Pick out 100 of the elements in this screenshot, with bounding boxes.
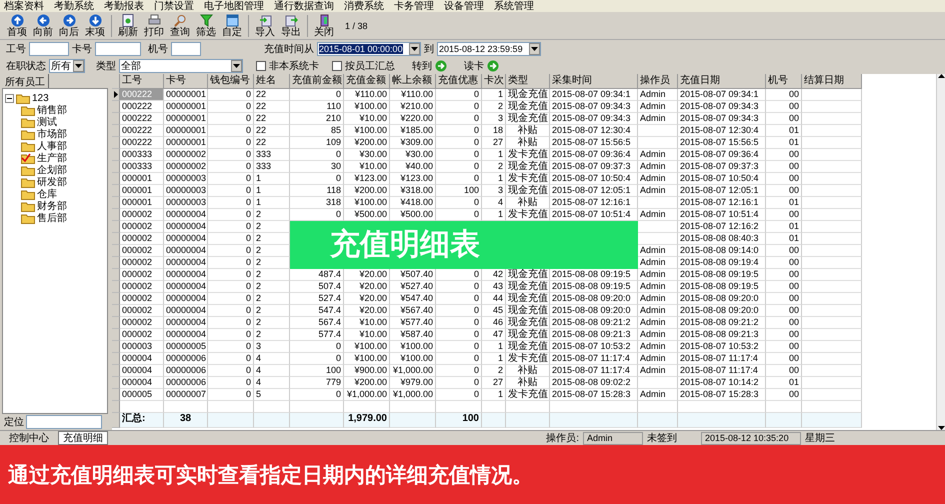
export-icon	[284, 14, 298, 26]
toolbar-button[interactable]: 向后	[56, 12, 82, 38]
tree-item[interactable]: 销售部	[37, 104, 67, 116]
table-cell: ¥979.00	[390, 377, 436, 389]
toolbar-button[interactable]: 向前	[30, 12, 56, 38]
table-cell: 2	[482, 161, 506, 173]
menu-item[interactable]: 设备管理	[444, 0, 484, 12]
action-label[interactable]: 转到	[412, 58, 432, 72]
checkbox[interactable]	[256, 60, 266, 70]
menu-item[interactable]: 通行数据查询	[274, 0, 334, 12]
dropdown-button[interactable]	[409, 42, 420, 54]
tree-item[interactable]: 研发部	[37, 176, 67, 188]
table-cell: 00	[766, 101, 802, 113]
collapse-icon[interactable]	[5, 94, 14, 102]
menu-item[interactable]: 考勤系统	[54, 0, 94, 12]
row-header[interactable]	[112, 89, 120, 101]
table-cell: 00	[766, 113, 802, 125]
table-cell: 2	[254, 281, 290, 293]
dropdown-button[interactable]	[231, 60, 242, 72]
column-header[interactable]: 充值金额	[344, 74, 390, 89]
toolbar-button[interactable]: 首项	[4, 12, 30, 38]
toolbar-button[interactable]: 自定	[219, 12, 245, 38]
menu-item[interactable]: 消费系统	[344, 0, 384, 12]
table-cell: 00000001	[164, 125, 208, 137]
table-cell: 2	[254, 293, 290, 305]
table-cell: 0	[436, 329, 482, 341]
table-cell: 118	[290, 185, 344, 197]
table-cell: 2015-08-07 10:50:4	[550, 173, 638, 185]
table-cell: 000002	[120, 281, 164, 293]
column-header[interactable]: 钱包编号	[208, 74, 254, 89]
scrollbar[interactable]	[936, 74, 945, 430]
toolbar-button[interactable]: 导入	[252, 12, 278, 38]
input-field[interactable]	[95, 42, 141, 56]
date-picker[interactable]: 2015-08-01 00:00:00	[317, 42, 421, 56]
toolbar-button[interactable]: 关闭	[311, 12, 337, 38]
table-cell: 2015-08-08 09:21:2	[678, 317, 766, 329]
column-header[interactable]: 姓名	[254, 74, 290, 89]
column-header[interactable]: 操作员	[638, 74, 678, 89]
column-header[interactable]: 充值日期	[678, 74, 766, 89]
toolbar-button[interactable]: 查询	[167, 12, 193, 38]
locate-field[interactable]	[26, 415, 102, 429]
bottom-tab[interactable]: 充值明细	[58, 431, 108, 445]
input-field[interactable]	[171, 42, 201, 56]
table-cell: 000001	[120, 173, 164, 185]
table-cell: 2015-08-08 09:21:3	[550, 329, 638, 341]
column-header[interactable]: 充值优惠	[436, 74, 482, 89]
dropdown-button[interactable]	[73, 60, 84, 72]
table-cell: 00000002	[164, 149, 208, 161]
table-cell: Admin	[638, 365, 678, 377]
column-header[interactable]: 卡号	[164, 74, 208, 89]
table-cell: 00000004	[164, 221, 208, 233]
checkbox[interactable]	[332, 60, 342, 70]
tree-item[interactable]: 财务部	[37, 200, 67, 212]
menu-item[interactable]: 电子地图管理	[204, 0, 264, 12]
table-cell: 00	[766, 185, 802, 197]
table-cell: 2015-08-07 11:17:4	[550, 353, 638, 365]
table-cell: 0	[436, 281, 482, 293]
column-header[interactable]: 采集时间	[550, 74, 638, 89]
toolbar-button[interactable]: 打印	[141, 12, 167, 38]
column-header[interactable]: 卡次	[482, 74, 506, 89]
go-icon	[487, 60, 499, 72]
empty-cell	[802, 113, 862, 125]
table-cell: ¥100.00	[344, 101, 390, 113]
table-cell: ¥200.00	[344, 137, 390, 149]
tree-item[interactable]: 市场部	[37, 128, 67, 140]
menu-item[interactable]: 档案资料	[4, 0, 44, 12]
menu-item[interactable]: 卡务管理	[394, 0, 434, 12]
toolbar-button[interactable]: 筛选	[193, 12, 219, 38]
tree-item[interactable]: 123	[32, 92, 49, 104]
column-header[interactable]: 结算日期	[802, 74, 862, 89]
menu-item[interactable]: 门禁设置	[154, 0, 194, 12]
tree-item[interactable]: 仓库	[37, 188, 57, 200]
table-cell: 00	[766, 317, 802, 329]
bottom-tab[interactable]: 控制中心	[4, 431, 54, 445]
tree-item[interactable]: 人事部	[37, 140, 67, 152]
toolbar-button[interactable]: 导出	[278, 12, 304, 38]
column-header[interactable]: 帐上余额	[390, 74, 436, 89]
dropdown-button[interactable]	[529, 42, 540, 54]
menu-item[interactable]: 系统管理	[494, 0, 534, 12]
toolbar-button[interactable]: 末项	[82, 12, 108, 38]
column-header[interactable]: 机号	[766, 74, 802, 89]
action-label[interactable]: 读卡	[464, 58, 484, 72]
tree-item[interactable]: 测试	[37, 116, 57, 128]
table-cell: 1	[482, 353, 506, 365]
table-cell: 000002	[120, 245, 164, 257]
menu-item[interactable]: 考勤报表	[104, 0, 144, 12]
date-picker[interactable]: 2015-08-12 23:59:59	[437, 42, 541, 56]
type-dropdown[interactable]: 全部	[119, 58, 243, 72]
input-field[interactable]	[29, 42, 69, 56]
tree-item[interactable]: 生产部	[37, 152, 67, 164]
tree-item[interactable]: 企划部	[37, 164, 67, 176]
tree-item[interactable]: 售后部	[37, 212, 67, 224]
table-cell: 2015-08-07 09:37:3	[550, 161, 638, 173]
toolbar-button[interactable]: 刷新	[115, 12, 141, 38]
table-cell: 000222	[120, 137, 164, 149]
column-header[interactable]: 类型	[506, 74, 550, 89]
table-cell: 000002	[120, 293, 164, 305]
status-dropdown[interactable]: 所有	[49, 58, 85, 72]
table-cell: 000002	[120, 329, 164, 341]
column-header[interactable]: 充值前金额	[290, 74, 344, 89]
